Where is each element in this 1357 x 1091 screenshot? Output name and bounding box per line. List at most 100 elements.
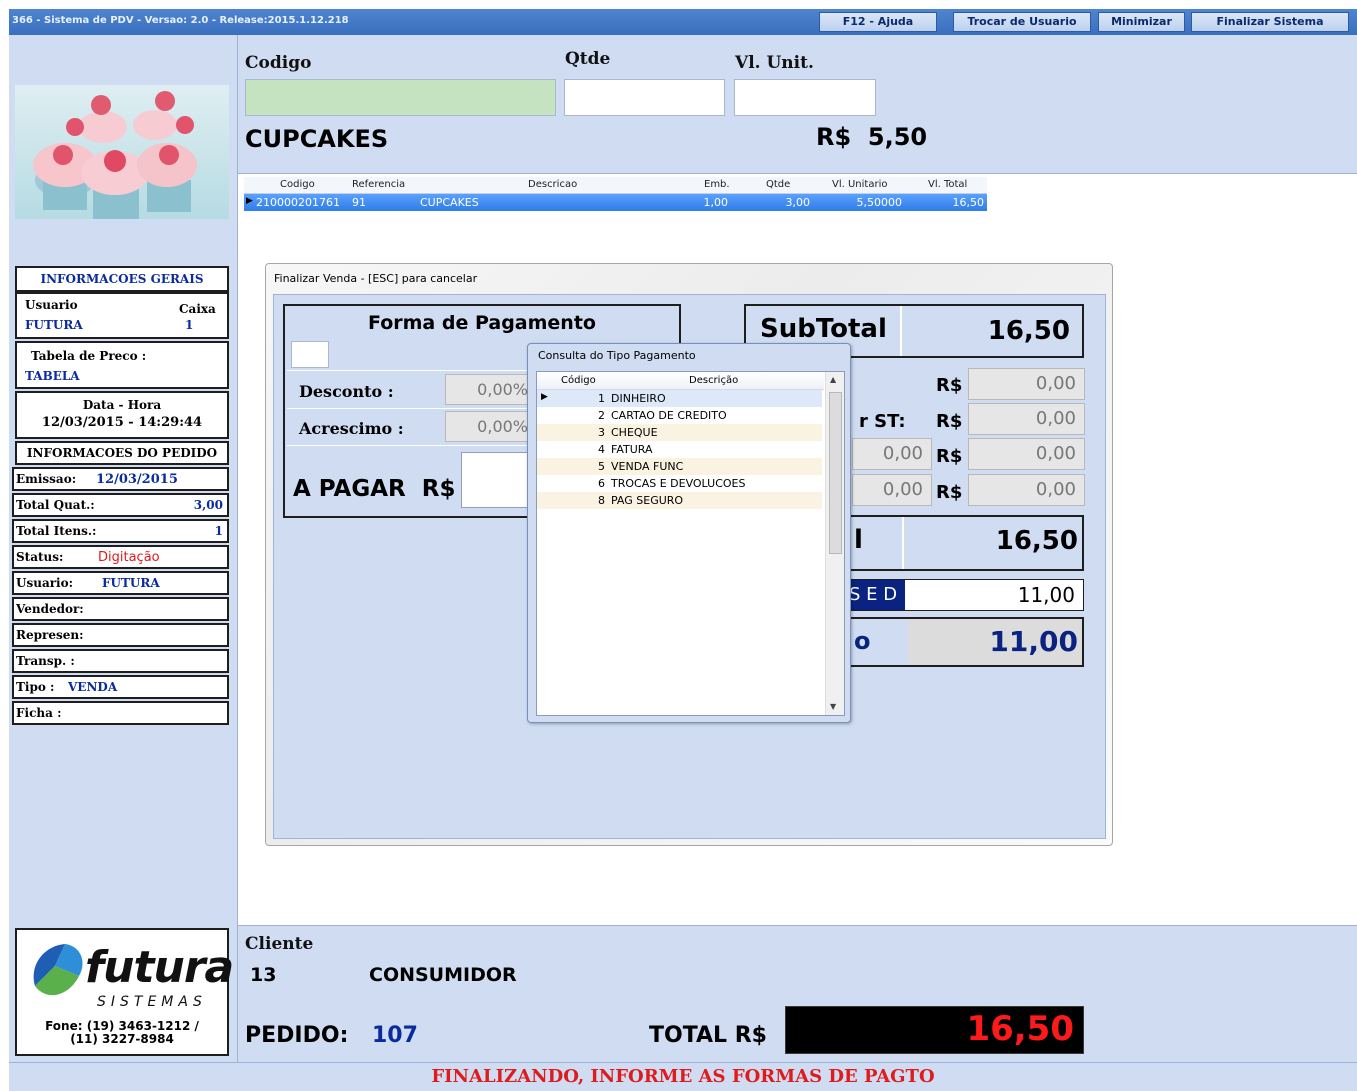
payment-type-list[interactable]: Código Descrição ▶ 1 DINHEIRO 2 CARTAO D… [536,371,845,716]
type-value: VENDA [68,680,118,694]
row-referencia: 91 [352,196,366,209]
list-item[interactable]: 5 VENDA FUNC [537,458,822,475]
item-desc: CHEQUE [611,426,658,439]
discount-input[interactable]: 0,00% [445,374,537,405]
line4-left-value[interactable]: 0,00 [852,474,932,506]
list-item[interactable]: 4 FATURA [537,441,822,458]
record-label: Ficha : [16,706,62,720]
dialog-caption: Finalizar Venda - [ESC] para cancelar [274,272,478,285]
surcharge-input[interactable]: 0,00% [445,411,537,442]
price-table-label: Tabela de Preco : [31,349,147,363]
grid-col-vl-unitario[interactable]: Vl. Unitario [832,179,887,190]
item-desc: TROCAS E DEVOLUCOES [611,477,746,490]
customer-label: Cliente [245,934,314,954]
general-info-header: INFORMACOES GERAIS [15,266,229,292]
company-logo-box: futura SISTEMAS Fone: (19) 3463-1212 / (… [15,928,234,1056]
status-value: Digitação [98,550,160,565]
row-emb: 1,00 [703,196,729,209]
status-bar: FINALIZANDO, INFORME AS FORMAS DE PAGTO [9,1062,1357,1091]
company-logo-text: futura [85,942,234,993]
item-code: 5 [598,460,605,473]
change-fragment: o [854,627,871,655]
total-fragment: l [854,525,863,555]
datetime-label: Data - Hora [82,398,162,412]
help-button[interactable]: F12 - Ajuda [819,12,937,32]
item-code: 6 [598,477,605,490]
price-table-value: TABELA [25,369,80,383]
cashier-label: Caixa [179,302,216,316]
payment-method-title: Forma de Pagamento [368,312,596,334]
currency-label: R$ [936,411,963,432]
item-code: 8 [598,494,605,507]
product-name: CUPCAKES [245,125,389,153]
line1-value[interactable]: 0,00 [968,368,1085,400]
line3-left-value[interactable]: 0,00 [852,438,932,470]
representative-label: Represen: [16,628,84,642]
currency-label: R$ [936,375,963,396]
discount-label: Desconto : [299,382,394,401]
order-label: PEDIDO: [245,1023,349,1048]
representative-row: Represen: [12,623,229,647]
company-phone: Fone: (19) 3463-1212 / (11) 3227-8984 [17,1020,227,1046]
list-item[interactable]: 2 CARTAO DE CREDITO [537,407,822,424]
line2-value[interactable]: 0,00 [968,403,1085,435]
divider [900,306,902,356]
minimize-button[interactable]: Minimizar [1098,12,1185,32]
divider [902,517,904,569]
code-label: Codigo [245,53,312,73]
lookup-col-code[interactable]: Código [561,375,596,386]
datetime-box: Data - Hora 12/03/2015 - 14:29:44 [15,391,229,439]
code-input[interactable] [245,79,556,116]
user-label: Usuario [25,298,78,312]
list-item[interactable]: 3 CHEQUE [537,424,822,441]
title-bar: 366 - Sistema de PDV - Versao: 2.0 - Rel… [9,9,1357,35]
scroll-down-icon[interactable]: ▼ [830,702,836,711]
general-info-title: INFORMACOES GERAIS [40,272,204,286]
list-item[interactable]: ▶ 1 DINHEIRO [537,390,822,407]
item-desc: DINHEIRO [611,392,666,405]
list-item[interactable]: 8 PAG SEGURO [537,492,822,509]
order-info-title: INFORMACOES DO PEDIDO [26,446,218,460]
line3-value[interactable]: 0,00 [968,438,1085,470]
lookup-scrollbar[interactable]: ▲ ▼ [825,372,844,715]
row-descricao: CUPCAKES [420,196,479,209]
amount-due-label: A PAGAR R$ [293,476,456,502]
item-desc: CARTAO DE CREDITO [611,409,727,422]
company-logo-icon [33,944,83,996]
scroll-thumb[interactable] [829,392,842,554]
grid-col-codigo[interactable]: Codigo [280,179,315,190]
grid-col-vl-total[interactable]: Vl. Total [928,179,967,190]
sed-value[interactable]: 11,00 [905,580,1083,610]
list-item[interactable]: 6 TROCAS E DEVOLUCOES [537,475,822,492]
emission-value: 12/03/2015 [96,472,178,487]
lookup-header: Código Descrição [537,372,824,390]
total-value: 16,50 [995,526,1078,556]
row-pointer-icon: ▶ [246,196,253,206]
grid-col-descricao[interactable]: Descricao [528,179,577,190]
row-codigo: 210000201761 [256,196,340,209]
row-pointer-icon: ▶ [541,392,548,402]
payment-code-input[interactable] [291,341,329,368]
unit-price-label: Vl. Unit. [735,53,814,73]
status-label: Status: [16,550,64,564]
item-desc: FATURA [611,443,653,456]
lookup-caption: Consulta do Tipo Pagamento [538,349,696,362]
grid-col-emb[interactable]: Emb. [704,179,730,190]
table-row[interactable]: ▶ 210000201761 91 CUPCAKES 1,00 3,00 5,5… [244,194,987,211]
lookup-col-description[interactable]: Descrição [689,375,738,386]
scroll-up-icon[interactable]: ▲ [830,375,836,384]
window-title: 366 - Sistema de PDV - Versao: 2.0 - Rel… [12,15,349,26]
grid-col-referencia[interactable]: Referencia [352,179,405,190]
payment-type-lookup[interactable]: Consulta do Tipo Pagamento Código Descri… [527,343,851,723]
currency-label: R$ [936,446,963,467]
quantity-input[interactable] [564,79,725,116]
switch-user-button[interactable]: Trocar de Usuario [953,12,1091,32]
grid-col-qtde[interactable]: Qtde [766,179,790,190]
item-desc: PAG SEGURO [611,494,684,507]
surcharge-label: Acrescimo : [299,419,404,438]
unit-price-input[interactable] [734,79,876,116]
price-table-box: Tabela de Preco : TABELA [15,341,229,389]
line4-value[interactable]: 0,00 [968,474,1085,506]
row-qtde: 3,00 [785,196,811,209]
exit-system-button[interactable]: Finalizar Sistema [1191,12,1349,32]
